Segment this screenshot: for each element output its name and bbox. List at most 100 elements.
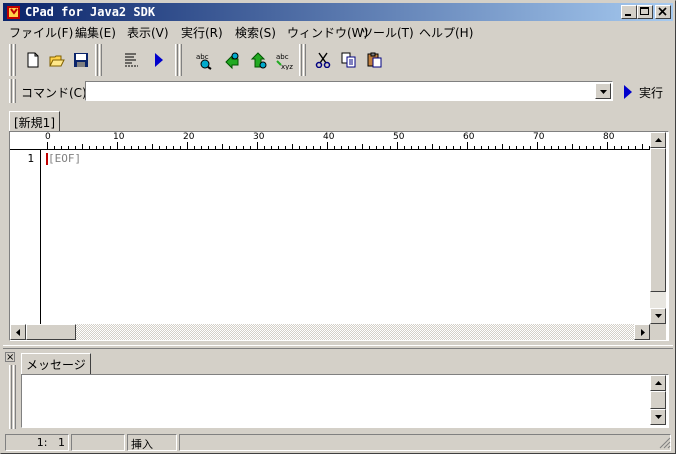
ruler-tick xyxy=(229,146,230,149)
horizontal-scrollbar[interactable] xyxy=(10,324,650,340)
ruler-tick xyxy=(159,146,160,149)
ruler-tick xyxy=(411,146,412,149)
scroll-down-button[interactable] xyxy=(650,308,666,324)
menu-view[interactable]: 表示(V) xyxy=(127,24,169,41)
run-button[interactable] xyxy=(147,48,171,72)
scroll-corner xyxy=(650,324,666,340)
ruler-tick xyxy=(299,146,300,149)
commandbar-grip[interactable] xyxy=(13,79,16,103)
message-scrollbar[interactable] xyxy=(650,375,666,425)
message-output[interactable] xyxy=(21,374,669,428)
save-button[interactable] xyxy=(69,48,93,72)
ruler-tick xyxy=(47,142,48,149)
message-scroll-up-button[interactable] xyxy=(650,375,666,391)
ruler-tick xyxy=(551,146,552,149)
replace-button[interactable]: abc xyz xyxy=(271,48,295,72)
ruler-tick xyxy=(376,146,377,149)
copy-icon xyxy=(341,52,356,68)
save-disk-icon xyxy=(74,53,88,67)
title-bar[interactable]: CPad for Java2 SDK xyxy=(3,3,673,21)
ruler-tick xyxy=(523,146,524,149)
ruler-tick xyxy=(481,146,482,149)
ruler-tick xyxy=(236,146,237,149)
ruler-label: 10 xyxy=(113,132,125,142)
ruler-tick xyxy=(621,146,622,149)
new-file-button[interactable] xyxy=(21,48,45,72)
find-next-button[interactable] xyxy=(245,48,269,72)
menu-run[interactable]: 実行(R) xyxy=(181,24,223,41)
toolbar-grip[interactable] xyxy=(13,44,16,76)
arrow-up-icon xyxy=(655,138,662,142)
menu-tools[interactable]: ツール(T) xyxy=(361,24,414,41)
compile-button[interactable] xyxy=(119,48,143,72)
message-close-button[interactable]: × xyxy=(5,352,15,363)
menu-window[interactable]: ウィンドウ(W) xyxy=(287,24,368,41)
menu-bar: ファイル(F) 編集(E) 表示(V) 実行(R) 検索(S) ウィンドウ(W)… xyxy=(3,22,673,41)
menu-edit[interactable]: 編集(E) xyxy=(75,24,116,41)
minimize-button[interactable] xyxy=(621,5,637,19)
close-button[interactable] xyxy=(655,5,671,19)
command-bar: コマンド(C) 実行 xyxy=(3,79,673,103)
ruler-tick xyxy=(425,146,426,149)
panel-splitter[interactable] xyxy=(3,345,673,349)
ruler-tick xyxy=(502,144,503,149)
document-tab[interactable]: [新規1] xyxy=(9,111,60,131)
command-label: コマンド(C) xyxy=(21,86,87,100)
ruler-tick xyxy=(439,146,440,149)
message-grip[interactable] xyxy=(9,365,12,429)
find-previous-icon xyxy=(225,52,239,70)
command-run-label: 実行 xyxy=(639,86,664,100)
ruler-label: 70 xyxy=(533,132,545,142)
ruler-tick xyxy=(474,146,475,149)
commandbar-grip[interactable] xyxy=(9,79,12,103)
ruler-tick xyxy=(460,146,461,149)
scroll-left-button[interactable] xyxy=(10,324,26,340)
find-button[interactable]: abc xyxy=(191,48,215,72)
toolbar-grip[interactable] xyxy=(175,44,178,76)
ruler-tick xyxy=(348,146,349,149)
ruler-tick xyxy=(509,146,510,149)
arrow-down-icon xyxy=(655,415,662,419)
line-number-gutter: 1 xyxy=(10,150,41,324)
open-file-button[interactable] xyxy=(45,48,69,72)
ruler-tick xyxy=(96,146,97,149)
maximize-icon xyxy=(640,7,649,15)
menu-help[interactable]: ヘルプ(H) xyxy=(419,24,473,41)
command-dropdown-button[interactable] xyxy=(595,83,611,99)
scissors-icon xyxy=(315,52,331,68)
menu-file[interactable]: ファイル(F) xyxy=(9,24,73,41)
eof-marker: [EOF] xyxy=(48,152,82,165)
svg-text:abc: abc xyxy=(196,53,209,61)
ruler-tick xyxy=(292,144,293,149)
scroll-right-button[interactable] xyxy=(634,324,650,340)
run-arrow-icon xyxy=(624,85,632,99)
ruler-tick xyxy=(572,144,573,149)
command-run-button[interactable]: 実行 xyxy=(619,82,667,100)
toolbar-grip[interactable] xyxy=(9,44,12,76)
message-scroll-thumb[interactable] xyxy=(650,391,666,409)
maximize-button[interactable] xyxy=(637,5,653,19)
paste-button[interactable] xyxy=(363,48,387,72)
horizontal-scroll-thumb[interactable] xyxy=(26,324,76,340)
status-bar: 1: 1 挿入 xyxy=(3,433,673,453)
vertical-scroll-thumb[interactable] xyxy=(650,148,666,292)
find-previous-button[interactable] xyxy=(219,48,243,72)
toolbar-grip[interactable] xyxy=(179,44,182,76)
ruler-tick xyxy=(264,146,265,149)
toolbar-grip[interactable] xyxy=(299,44,302,76)
vertical-scrollbar[interactable] xyxy=(650,132,666,324)
message-scroll-down-button[interactable] xyxy=(650,409,666,425)
toolbar-grip[interactable] xyxy=(303,44,306,76)
toolbar-grip[interactable] xyxy=(95,44,98,76)
command-input[interactable] xyxy=(85,81,613,101)
scroll-up-button[interactable] xyxy=(650,132,666,148)
svg-text:xyz: xyz xyxy=(281,63,293,70)
message-tab[interactable]: メッセージ xyxy=(21,353,91,374)
cut-button[interactable] xyxy=(311,48,335,72)
resize-grip-icon[interactable] xyxy=(659,437,671,449)
text-area[interactable]: [EOF] xyxy=(42,150,650,324)
message-grip[interactable] xyxy=(13,365,16,429)
menu-search[interactable]: 検索(S) xyxy=(235,24,276,41)
copy-button[interactable] xyxy=(337,48,361,72)
toolbar-grip[interactable] xyxy=(99,44,102,76)
